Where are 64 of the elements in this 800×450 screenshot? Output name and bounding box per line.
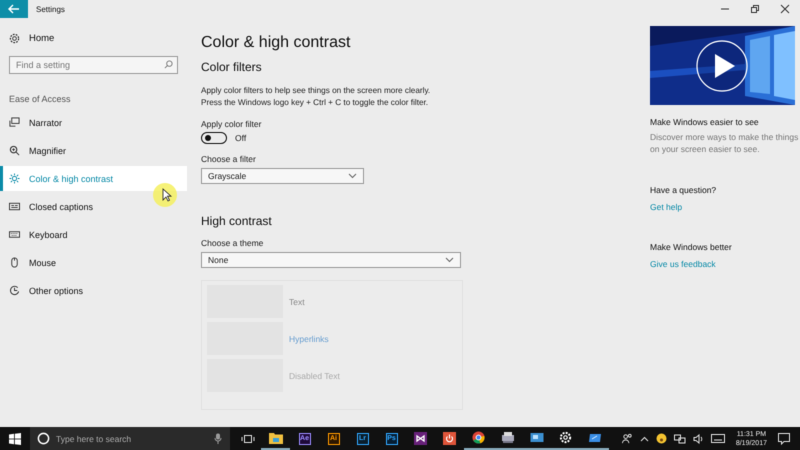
sidebar-item[interactable]: Color & high contrast <box>0 166 187 191</box>
chevron-down-icon <box>348 173 357 179</box>
preview-text: Disabled Text <box>289 370 340 380</box>
people-icon[interactable] <box>622 433 633 444</box>
sidebar-item[interactable]: Other options <box>0 278 187 303</box>
task-view-icon <box>240 434 254 444</box>
toggle-switch[interactable] <box>201 132 227 144</box>
search-field[interactable]: Find a setting <box>9 56 178 74</box>
monitor-icon <box>9 117 20 128</box>
screen-icon <box>588 432 602 444</box>
clock-icon <box>9 285 20 296</box>
infinity-logo-icon <box>414 432 427 445</box>
power-icon <box>443 432 456 445</box>
section-label: Ease of Access <box>8 94 72 104</box>
keyboard-icon <box>9 229 20 240</box>
theme-dropdown[interactable]: None <box>201 252 461 268</box>
toggle-label: Apply color filter <box>201 119 262 129</box>
settings-icon <box>559 431 572 444</box>
chevron-down-icon <box>445 257 454 263</box>
close-icon <box>780 4 790 14</box>
sidebar-item[interactable]: Magnifier <box>0 138 187 163</box>
gear-icon <box>9 32 20 44</box>
magnifier-icon <box>9 145 20 156</box>
chevron-up-icon[interactable] <box>640 436 649 442</box>
notification-icon[interactable] <box>778 432 790 444</box>
mouse-icon <box>9 257 20 268</box>
help-heading: Make Windows better <box>650 242 733 252</box>
sidebar-item[interactable]: Keyboard <box>0 222 187 247</box>
sun-icon <box>9 173 20 184</box>
keyboard-icon[interactable] <box>710 434 725 443</box>
home-link[interactable]: Home <box>0 30 187 46</box>
speaker-icon[interactable] <box>692 434 704 444</box>
dropdown-label: Choose a theme <box>201 238 264 248</box>
monitor-icon <box>530 432 544 444</box>
cursor-highlight-icon <box>152 182 178 208</box>
page-title: Color & high contrast <box>201 34 352 52</box>
toggle-state: Off <box>235 133 246 143</box>
folder-icon <box>268 432 282 444</box>
circle-icon <box>37 432 50 445</box>
sidebar-item[interactable]: Narrator <box>0 110 187 135</box>
sidebar-item[interactable]: Mouse <box>0 250 187 275</box>
smiley-icon[interactable] <box>656 433 667 444</box>
video-description: Discover more ways to make the things on your screen easier to see. <box>650 131 800 155</box>
search-icon <box>164 60 173 69</box>
section-heading: Color filters <box>201 60 263 74</box>
description-text: Apply color filters to help see things on the screen more clearly. Press the Windows logo key + Ctrl + C to toggle the color filter. <box>201 85 432 109</box>
windows-logo-icon <box>9 432 21 444</box>
back-button[interactable] <box>0 0 28 18</box>
filter-dropdown[interactable]: Grayscale <box>201 168 364 184</box>
taskbar-search-field[interactable]: Type here to search <box>30 427 230 450</box>
chrome-icon <box>472 431 485 444</box>
section-heading: High contrast <box>201 214 273 228</box>
microphone-icon <box>214 433 222 444</box>
restore-icon <box>750 4 760 14</box>
dropdown-label: Choose a filter <box>201 154 257 164</box>
video-title: Make Windows easier to see <box>650 117 760 127</box>
sidebar-item[interactable]: Closed captions <box>0 194 187 219</box>
preview-text: Hyperlinks <box>289 334 329 344</box>
window-title: Settings <box>36 4 65 14</box>
network-icon[interactable] <box>674 434 686 444</box>
back-arrow-icon <box>8 4 20 14</box>
help-heading: Have a question? <box>650 185 718 195</box>
preview-text: Text <box>289 296 305 306</box>
captions-icon <box>9 201 20 212</box>
